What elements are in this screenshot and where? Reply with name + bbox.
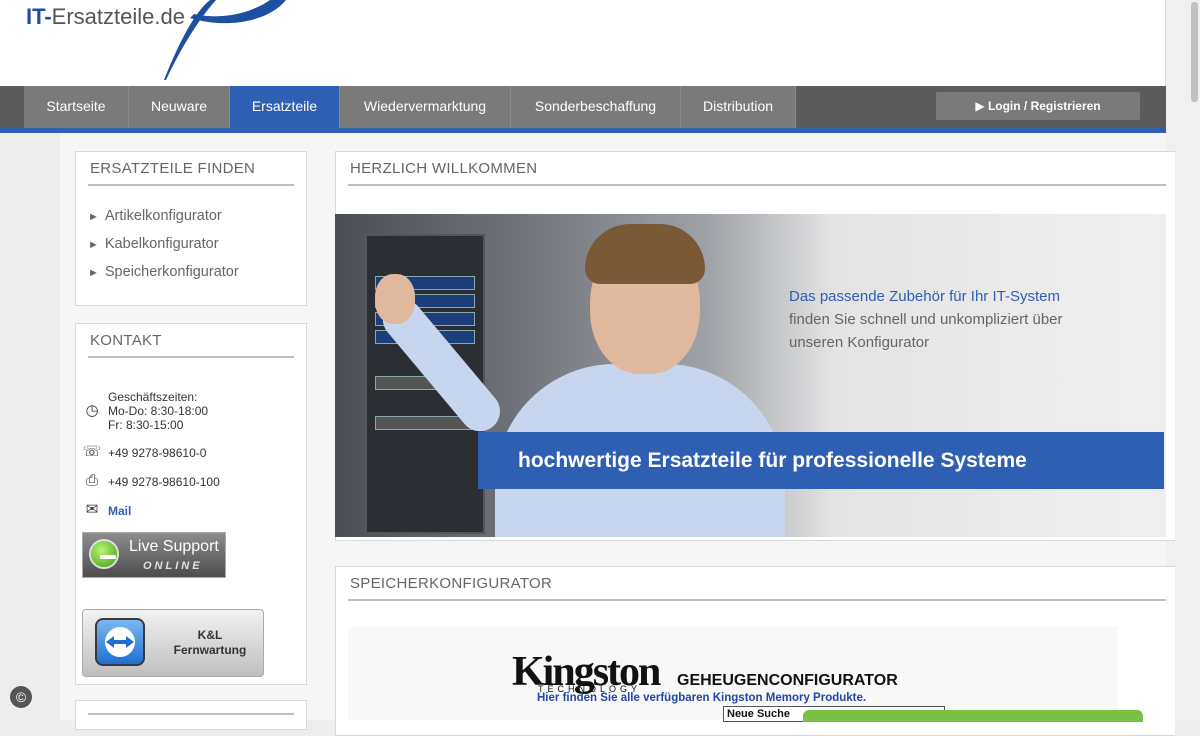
divider bbox=[88, 356, 294, 358]
clock-icon: ◷ bbox=[85, 402, 99, 419]
copyright-icon[interactable]: © bbox=[10, 686, 32, 708]
phone-icon: ☏ bbox=[82, 443, 102, 460]
hero-headline: Das passende Zubehör für Ihr IT-System bbox=[789, 288, 1060, 305]
live-chat-bar[interactable] bbox=[803, 710, 1143, 722]
divider bbox=[348, 184, 1166, 186]
hero-text-line2: unseren Konfigurator bbox=[789, 334, 930, 351]
hours-weekdays: Mo-Do: 8:30-18:00 bbox=[108, 404, 209, 418]
remote-support-button[interactable]: K&L Fernwartung bbox=[82, 609, 264, 677]
phone-number: +49 9278-98610-0 bbox=[108, 446, 207, 460]
hours-label: Geschäftszeiten: bbox=[108, 390, 198, 404]
divider bbox=[348, 599, 1166, 601]
logo-swoosh-icon bbox=[164, 0, 286, 80]
nav-startseite[interactable]: Startseite bbox=[24, 86, 129, 128]
find-parts-title: ERSATZTEILE FINDEN bbox=[90, 160, 256, 177]
login-register-button[interactable]: ▶ Login / Registrieren bbox=[936, 92, 1140, 120]
mail-link[interactable]: Mail bbox=[108, 504, 131, 518]
memory-configurator-subtitle: Hier finden Sie alle verfügbaren Kingsto… bbox=[537, 692, 867, 704]
logo-prefix: IT- bbox=[26, 4, 52, 29]
triangle-right-icon: ► bbox=[88, 267, 99, 279]
find-parts-panel: ERSATZTEILE FINDEN ► Artikelkonfigurator … bbox=[75, 151, 307, 306]
contact-panel: KONTAKT ◷ Geschäftszeiten: Mo-Do: 8:30-1… bbox=[75, 323, 307, 685]
link-artikelkonfigurator[interactable]: ► Artikelkonfigurator bbox=[88, 208, 222, 224]
triangle-right-icon: ► bbox=[88, 239, 99, 251]
live-support-button[interactable]: Live Support ONLINE bbox=[82, 532, 226, 578]
live-support-icon bbox=[89, 539, 119, 569]
teamviewer-icon bbox=[95, 618, 145, 666]
site-header: IT-Ersatzteile.de bbox=[0, 0, 1166, 86]
login-label: Login / Registrieren bbox=[987, 99, 1101, 113]
nav-ersatzteile[interactable]: Ersatzteile bbox=[230, 86, 340, 128]
fax-icon: ⎙ bbox=[85, 472, 98, 489]
envelope-icon: ✉ bbox=[85, 501, 99, 518]
divider bbox=[88, 713, 294, 715]
fax-number: +49 9278-98610-100 bbox=[108, 475, 220, 489]
scrollbar-thumb[interactable] bbox=[1191, 2, 1198, 102]
triangle-right-icon: ► bbox=[88, 211, 99, 223]
welcome-title: HERZLICH WILLKOMMEN bbox=[350, 160, 538, 177]
hero-text-line1: finden Sie schnell und unkompliziert übe… bbox=[789, 311, 1063, 328]
memory-configurator-heading: GEHEUGENCONFIGURATOR bbox=[677, 672, 898, 689]
hours-friday: Fr: 8:30-15:00 bbox=[108, 418, 184, 432]
nav-wiedervermarktung[interactable]: Wiedervermarktung bbox=[340, 86, 511, 128]
remote-support-label: K&L Fernwartung bbox=[173, 628, 247, 657]
divider bbox=[88, 184, 294, 186]
hero-banner: hochwertige Ersatzteile für professionel… bbox=[478, 432, 1164, 489]
sidebar-next-panel bbox=[75, 700, 307, 730]
nav-distribution[interactable]: Distribution bbox=[681, 86, 796, 128]
link-kabelkonfigurator[interactable]: ► Kabelkonfigurator bbox=[88, 236, 219, 252]
contact-title: KONTAKT bbox=[90, 332, 162, 349]
link-speicherkonfigurator[interactable]: ► Speicherkonfigurator bbox=[88, 264, 239, 280]
live-support-label: Live Support bbox=[129, 538, 219, 555]
memory-configurator-title: SPEICHERKONFIGURATOR bbox=[350, 575, 553, 592]
nav-sonderbeschaffung[interactable]: Sonderbeschaffung bbox=[511, 86, 681, 128]
play-arrow-icon: ▶ bbox=[975, 99, 985, 113]
live-support-status: ONLINE bbox=[143, 560, 203, 572]
nav-neuware[interactable]: Neuware bbox=[129, 86, 230, 128]
